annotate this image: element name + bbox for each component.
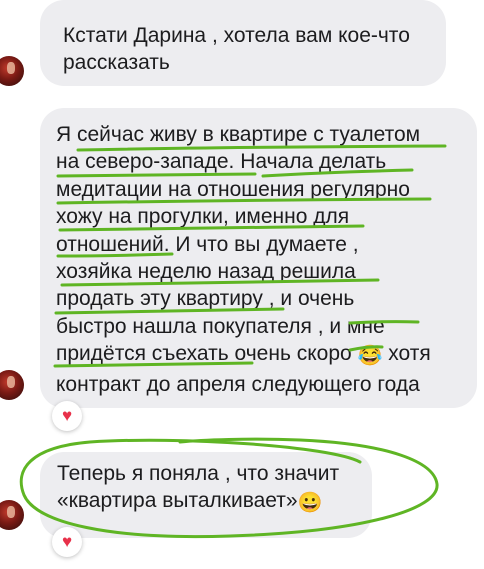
message-line: быстро нашла покупателя , и мне xyxy=(56,314,385,338)
laughing-emoji-icon: 😂 xyxy=(357,345,383,368)
message-line: придётся съехать очень скоро 😂 хотя xyxy=(56,340,477,370)
heart-icon: ♥ xyxy=(61,406,73,425)
message-bubble[interactable]: Теперь я поняла , что значит «квартира в… xyxy=(40,452,372,538)
message-line: «квартира выталкивает»😀 xyxy=(57,487,372,517)
message-line: отношений. И что вы думаете , xyxy=(56,232,359,256)
message-line-tail: хотя xyxy=(388,342,431,366)
avatar[interactable] xyxy=(0,370,24,400)
heart-reaction[interactable]: ♥ xyxy=(52,401,82,431)
heart-reaction[interactable]: ♥ xyxy=(52,527,82,557)
message-bubble[interactable]: Я сейчас живу в квартире с туалетом на с… xyxy=(40,108,477,408)
message-line: контракт до апреля следующего года xyxy=(56,372,420,396)
message-line-text: «квартира выталкивает» xyxy=(57,489,298,512)
message-line: на северо-западе. Начала делать xyxy=(56,150,387,174)
message-text: Кстати Дарина , хотела вам кое-что расск… xyxy=(63,24,410,74)
message-line: Теперь я поняла , что значит xyxy=(57,462,340,485)
message-line: хожу на прогулки, именно для xyxy=(56,205,350,229)
message-line-text: придётся съехать очень скоро xyxy=(56,342,352,366)
message-line: продать эту квартиру , и очень xyxy=(56,287,355,311)
avatar[interactable] xyxy=(0,500,24,530)
grinning-emoji-icon: 😀 xyxy=(297,492,323,514)
heart-icon: ♥ xyxy=(61,532,73,551)
message-line: хозяйка неделю назад решила xyxy=(56,260,356,284)
avatar[interactable] xyxy=(0,56,24,86)
message-line: Я сейчас живу в квартире с туалетом xyxy=(56,123,421,146)
message-bubble[interactable]: Кстати Дарина , хотела вам кое-что расск… xyxy=(40,0,446,86)
message-line: медитации на отношения регулярно xyxy=(56,177,410,201)
